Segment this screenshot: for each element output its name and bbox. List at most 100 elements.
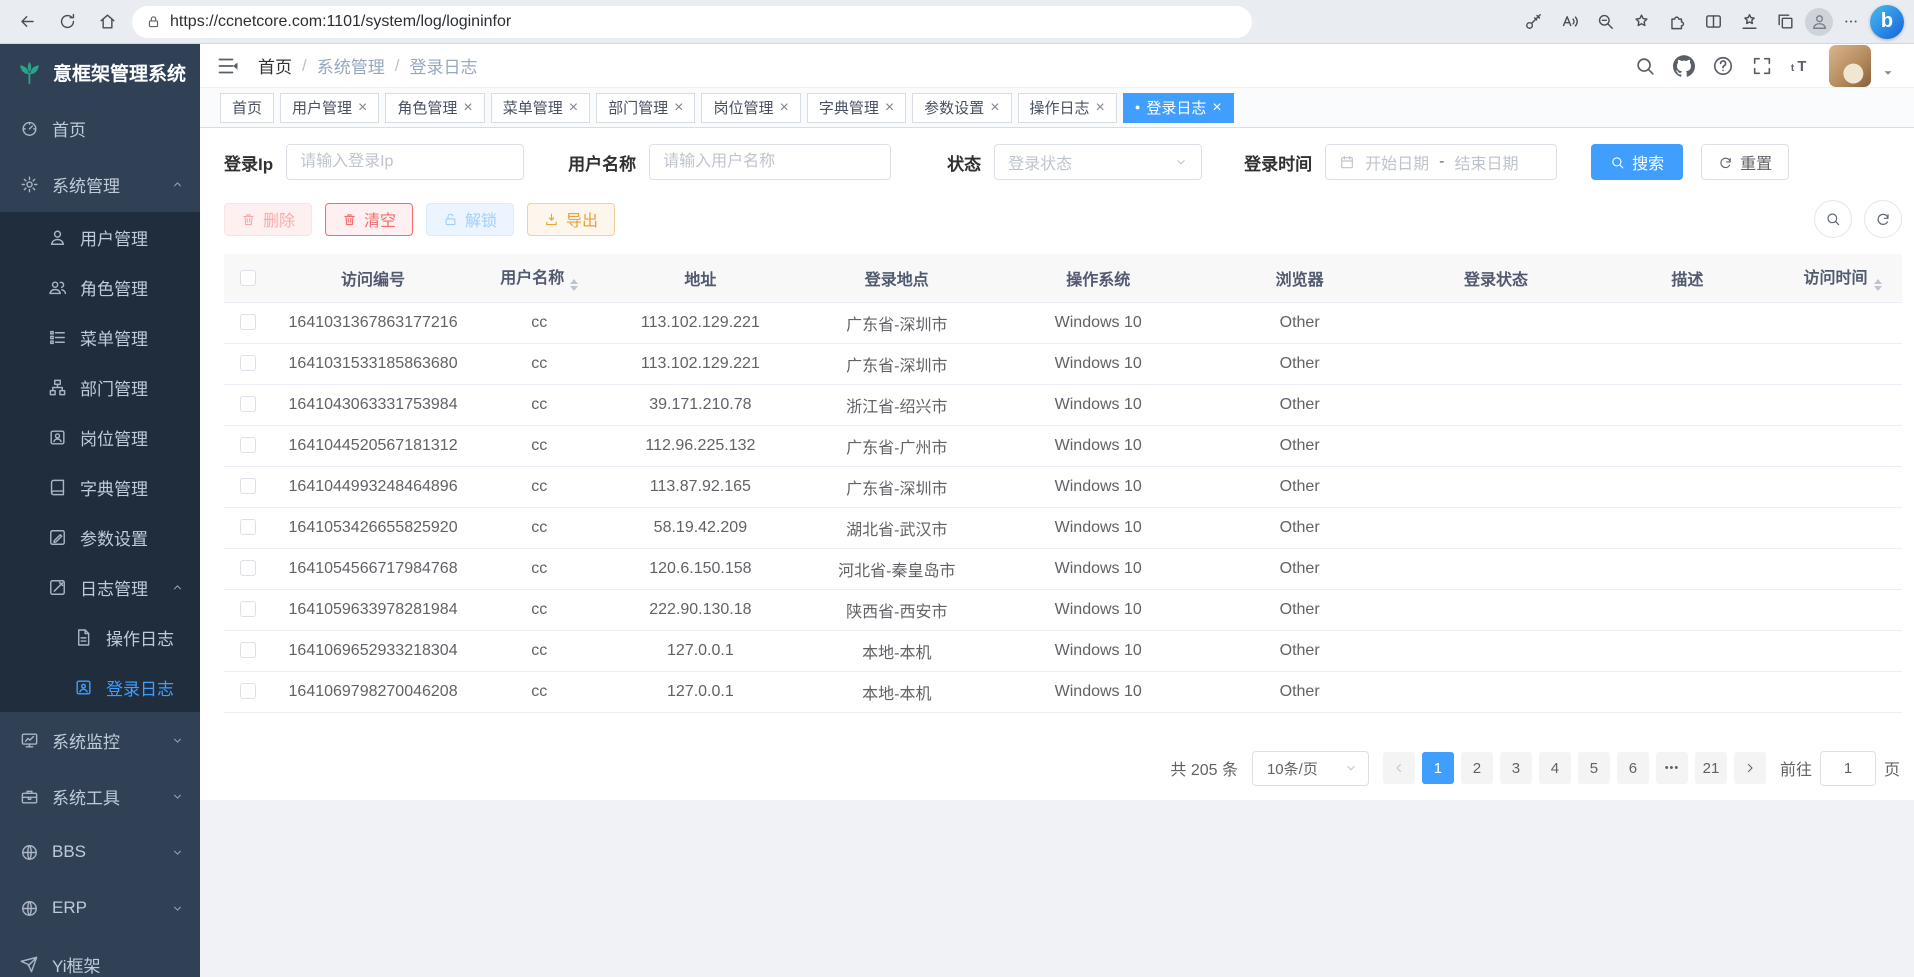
- row-select-cell[interactable]: [224, 343, 272, 384]
- fullscreen-icon[interactable]: [1751, 55, 1773, 77]
- row-checkbox[interactable]: [240, 683, 256, 699]
- sidebar-item-log-management[interactable]: 日志管理: [0, 562, 200, 612]
- back-icon[interactable]: [10, 5, 44, 39]
- collapse-sidebar-icon[interactable]: [216, 54, 240, 78]
- caret-down-icon[interactable]: [1882, 67, 1894, 79]
- search-button[interactable]: 搜索: [1591, 144, 1683, 180]
- export-button[interactable]: 导出: [527, 203, 615, 236]
- url-text[interactable]: https://ccnetcore.com:1101/system/log/lo…: [170, 13, 511, 31]
- page-button-21[interactable]: 21: [1695, 752, 1727, 784]
- close-icon[interactable]: ×: [885, 100, 894, 116]
- zoom-out-icon[interactable]: [1588, 5, 1622, 39]
- tab-user-management[interactable]: 用户管理×: [280, 93, 379, 123]
- row-checkbox[interactable]: [240, 519, 256, 535]
- status-select[interactable]: 登录状态: [994, 144, 1202, 180]
- row-checkbox[interactable]: [240, 642, 256, 658]
- sidebar-item-role-management[interactable]: 角色管理: [0, 262, 200, 312]
- collections-icon[interactable]: [1768, 5, 1802, 39]
- page-button-1[interactable]: 1: [1422, 752, 1454, 784]
- start-date-placeholder[interactable]: 开始日期: [1365, 150, 1429, 174]
- sidebar-item-dept-management[interactable]: 部门管理: [0, 362, 200, 412]
- user-avatar[interactable]: [1829, 45, 1871, 87]
- reset-button[interactable]: 重置: [1701, 144, 1789, 180]
- favorite-add-icon[interactable]: [1624, 5, 1658, 39]
- sidebar-item-dict-management[interactable]: 字典管理: [0, 462, 200, 512]
- close-icon[interactable]: ×: [1096, 100, 1105, 116]
- user-name-input[interactable]: [649, 144, 891, 180]
- tab-login-log[interactable]: ●登录日志×: [1123, 93, 1234, 123]
- page-button-2[interactable]: 2: [1461, 752, 1493, 784]
- sidebar-item-user-management[interactable]: 用户管理: [0, 212, 200, 262]
- sort-icon[interactable]: [1874, 279, 1882, 291]
- table-search-button[interactable]: [1814, 200, 1852, 238]
- sidebar-item-system-monitor[interactable]: 系统监控: [0, 712, 200, 768]
- end-date-placeholder[interactable]: 结束日期: [1454, 150, 1518, 174]
- prev-page-button[interactable]: [1383, 752, 1415, 784]
- row-select-cell[interactable]: [224, 630, 272, 671]
- close-icon[interactable]: ×: [1212, 100, 1221, 116]
- page-button-3[interactable]: 3: [1500, 752, 1532, 784]
- close-icon[interactable]: ×: [990, 100, 999, 116]
- browser-more-icon[interactable]: [1836, 5, 1866, 39]
- page-size-select[interactable]: 10条/页: [1252, 751, 1369, 786]
- question-icon[interactable]: [1712, 55, 1734, 77]
- favorites-bar-icon[interactable]: [1732, 5, 1766, 39]
- font-size-icon[interactable]: tT: [1790, 55, 1812, 77]
- sidebar-item-bbs[interactable]: BBS: [0, 824, 200, 880]
- column-user-name[interactable]: 用户名称: [474, 254, 605, 302]
- row-select-cell[interactable]: [224, 507, 272, 548]
- sidebar-item-param-settings[interactable]: 参数设置: [0, 512, 200, 562]
- row-checkbox[interactable]: [240, 396, 256, 412]
- extensions-icon[interactable]: [1660, 5, 1694, 39]
- page-button-4[interactable]: 4: [1539, 752, 1571, 784]
- close-icon[interactable]: ×: [463, 100, 472, 116]
- row-select-cell[interactable]: [224, 302, 272, 343]
- row-select-cell[interactable]: [224, 548, 272, 589]
- row-checkbox[interactable]: [240, 437, 256, 453]
- row-select-cell[interactable]: [224, 671, 272, 712]
- table-refresh-button[interactable]: [1864, 200, 1902, 238]
- read-aloud-icon[interactable]: [1552, 5, 1586, 39]
- sidebar-item-system-tools[interactable]: 系统工具: [0, 768, 200, 824]
- page-button-5[interactable]: 5: [1578, 752, 1610, 784]
- select-all-checkbox[interactable]: [240, 270, 256, 286]
- next-page-button[interactable]: [1734, 752, 1766, 784]
- close-icon[interactable]: ×: [674, 100, 683, 116]
- sidebar-item-yi-framework[interactable]: Yi框架: [0, 936, 200, 977]
- sidebar-item-login-log[interactable]: 登录日志: [0, 662, 200, 712]
- sidebar-item-operation-log[interactable]: 操作日志: [0, 612, 200, 662]
- split-screen-icon[interactable]: [1696, 5, 1730, 39]
- date-range-input[interactable]: 开始日期 - 结束日期: [1325, 144, 1557, 180]
- search-icon[interactable]: [1634, 55, 1656, 77]
- unlock-button[interactable]: 解锁: [426, 203, 514, 236]
- breadcrumb-item[interactable]: 首页: [258, 53, 292, 78]
- row-checkbox[interactable]: [240, 560, 256, 576]
- row-checkbox[interactable]: [240, 601, 256, 617]
- select-all-header[interactable]: [224, 254, 272, 302]
- delete-button[interactable]: 删除: [224, 203, 312, 236]
- reload-icon[interactable]: [50, 5, 84, 39]
- page-button-6[interactable]: 6: [1617, 752, 1649, 784]
- row-select-cell[interactable]: [224, 466, 272, 507]
- clear-button[interactable]: 清空: [325, 203, 413, 236]
- row-checkbox[interactable]: [240, 314, 256, 330]
- tab-dict-management[interactable]: 字典管理×: [807, 93, 906, 123]
- home-icon[interactable]: [90, 5, 124, 39]
- tab-home[interactable]: 首页: [220, 93, 274, 123]
- tab-post-management[interactable]: 岗位管理×: [701, 93, 800, 123]
- sidebar-item-post-management[interactable]: 岗位管理: [0, 412, 200, 462]
- login-ip-input[interactable]: [286, 144, 524, 180]
- tab-param-settings[interactable]: 参数设置×: [912, 93, 1011, 123]
- tab-menu-management[interactable]: 菜单管理×: [491, 93, 590, 123]
- goto-page-input[interactable]: [1820, 751, 1876, 786]
- address-bar[interactable]: https://ccnetcore.com:1101/system/log/lo…: [132, 6, 1252, 38]
- github-icon[interactable]: [1673, 55, 1695, 77]
- bing-icon[interactable]: b: [1870, 5, 1904, 39]
- row-select-cell[interactable]: [224, 589, 272, 630]
- browser-profile-avatar[interactable]: [1805, 8, 1833, 36]
- close-icon[interactable]: ×: [779, 100, 788, 116]
- sidebar-item-system-management[interactable]: 系统管理: [0, 156, 200, 212]
- row-checkbox[interactable]: [240, 478, 256, 494]
- password-icon[interactable]: [1516, 5, 1550, 39]
- column-visit-time[interactable]: 访问时间: [1783, 254, 1902, 302]
